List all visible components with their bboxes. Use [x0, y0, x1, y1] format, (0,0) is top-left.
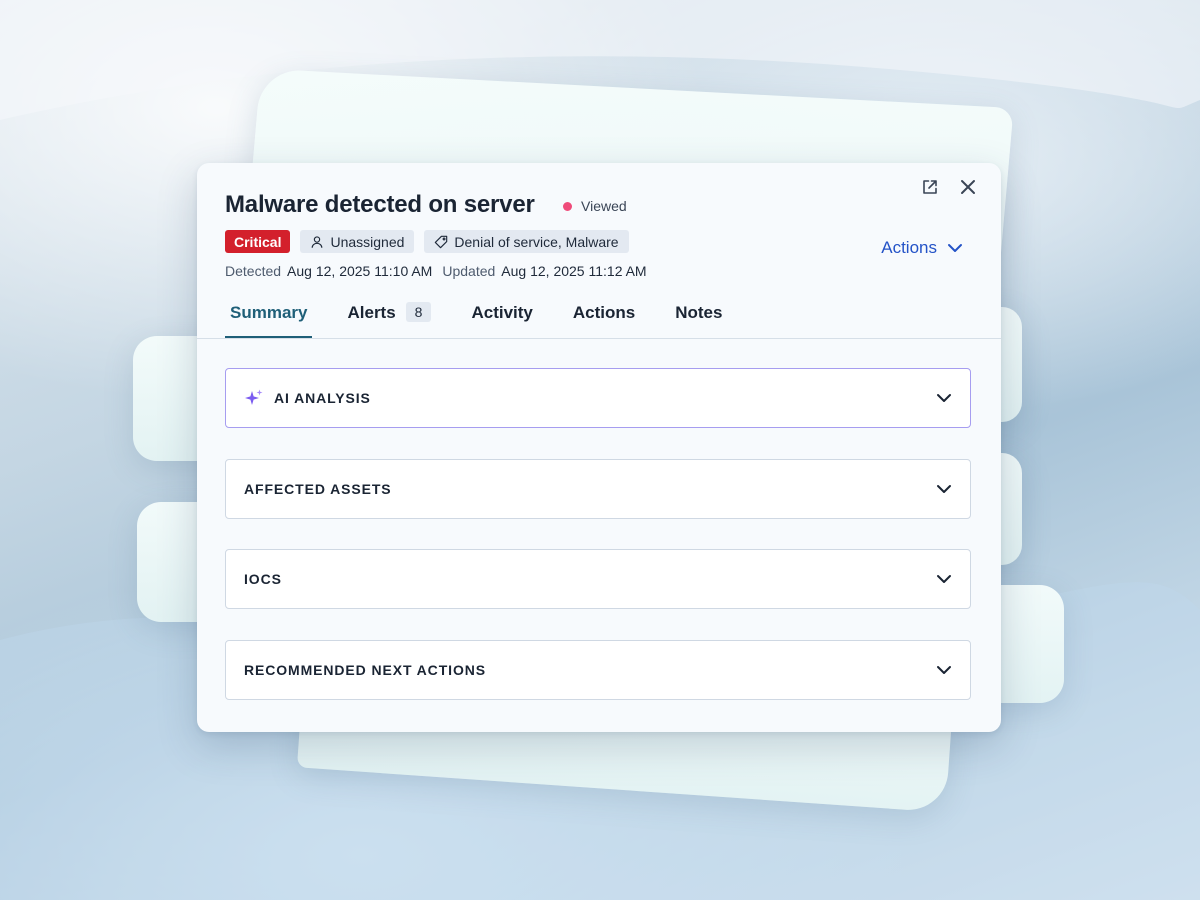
- updated-value: Aug 12, 2025 11:12 AM: [501, 263, 647, 279]
- severity-badge: Critical: [225, 230, 291, 253]
- tab-alerts[interactable]: Alerts 8: [342, 299, 436, 339]
- chevron-down-icon: [937, 485, 951, 493]
- tab-divider: [197, 338, 1001, 339]
- external-link-icon: [923, 180, 937, 194]
- incident-timestamps: Detected Aug 12, 2025 11:10 AM Updated A…: [225, 263, 651, 279]
- open-external-button[interactable]: [919, 176, 941, 198]
- tab-bar: Summary Alerts 8 Activity Actions Notes: [225, 299, 1001, 339]
- user-icon: [312, 235, 323, 248]
- section-ai-analysis-label: AI ANALYSIS: [274, 390, 371, 406]
- assignee-chip[interactable]: Unassigned: [300, 230, 415, 253]
- section-recommended-next-actions-label: RECOMMENDED NEXT ACTIONS: [244, 662, 486, 678]
- section-affected-assets-label: AFFECTED ASSETS: [244, 481, 392, 497]
- incident-chips: Critical Unassigned Denial of service, M…: [225, 230, 629, 253]
- chevron-down-icon: [948, 244, 962, 252]
- tab-notes-label: Notes: [675, 303, 723, 322]
- close-button[interactable]: [957, 176, 979, 198]
- tab-actions-label: Actions: [572, 303, 636, 322]
- tab-notes[interactable]: Notes: [670, 299, 727, 339]
- close-icon: [961, 180, 975, 194]
- incident-title: Malware detected on server: [225, 191, 535, 218]
- alerts-count-badge: 8: [405, 302, 432, 322]
- tab-activity[interactable]: Activity: [466, 299, 537, 339]
- detected-value: Aug 12, 2025 11:10 AM: [287, 263, 433, 279]
- section-affected-assets[interactable]: AFFECTED ASSETS: [225, 459, 971, 519]
- chevron-down-icon: [937, 394, 951, 402]
- assignee-label: Unassigned: [330, 233, 405, 250]
- tab-actions[interactable]: Actions: [568, 299, 640, 339]
- actions-dropdown-label: Actions: [881, 238, 937, 257]
- chevron-down-icon: [937, 575, 951, 583]
- sparkle-icon: [245, 389, 263, 405]
- tab-alerts-label: Alerts: [347, 303, 396, 322]
- chevron-down-icon: [937, 666, 951, 674]
- section-recommended-next-actions[interactable]: RECOMMENDED NEXT ACTIONS: [225, 640, 971, 700]
- viewed-dot-icon: [563, 201, 572, 211]
- actions-dropdown[interactable]: Actions: [881, 238, 963, 258]
- viewed-status: Viewed: [563, 198, 627, 214]
- viewed-label: Viewed: [581, 198, 627, 214]
- section-iocs[interactable]: IOCS: [225, 549, 971, 609]
- tag-icon: [435, 235, 448, 248]
- tab-summary[interactable]: Summary: [225, 299, 313, 339]
- tab-activity-label: Activity: [471, 303, 533, 322]
- tags-chip[interactable]: Denial of service, Malware: [424, 230, 629, 253]
- section-iocs-label: IOCS: [244, 571, 282, 587]
- section-ai-analysis[interactable]: AI ANALYSIS: [225, 368, 971, 428]
- detected-label: Detected: [225, 263, 282, 279]
- updated-label: Updated: [442, 263, 496, 279]
- incident-panel: Malware detected on server Viewed Critic…: [197, 163, 1001, 732]
- tab-summary-label: Summary: [230, 303, 308, 322]
- tags-label: Denial of service, Malware: [454, 233, 619, 250]
